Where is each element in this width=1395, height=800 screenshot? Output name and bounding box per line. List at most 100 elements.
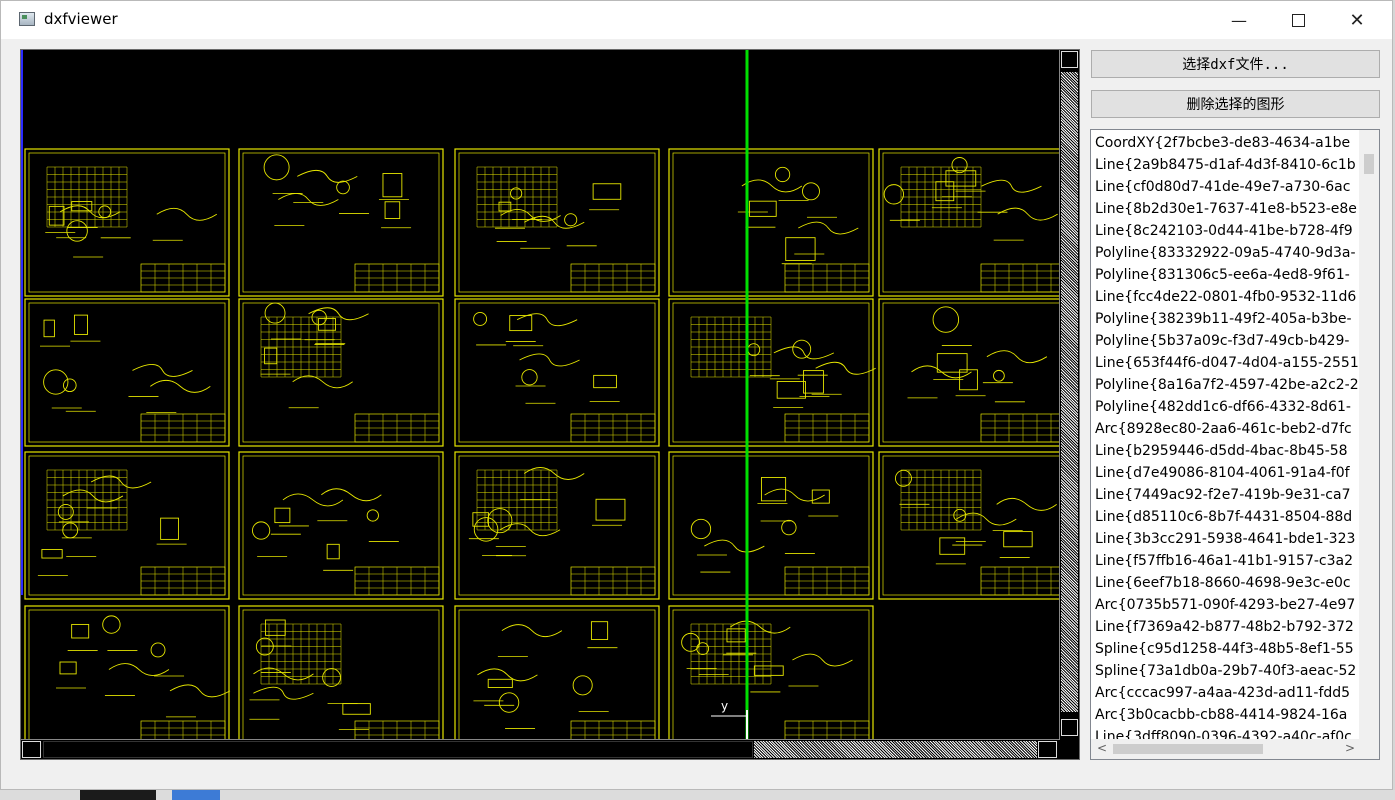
scroll-right-button[interactable] <box>1038 741 1057 758</box>
detail-rect <box>41 549 63 559</box>
dxf-canvas[interactable]: y <box>20 49 1080 760</box>
entity-list-item[interactable]: Polyline{831306c5-ee6a-4ed8-9f61- <box>1095 264 1359 286</box>
entity-list-item[interactable]: CoordXY{2f7bcbe3-de83-4634-a1be <box>1095 132 1359 154</box>
entity-list-item[interactable]: Line{8c242103-0d44-41be-b728-4f9 <box>1095 220 1359 242</box>
detail-rect <box>592 183 622 200</box>
maximize-button[interactable] <box>1269 1 1327 39</box>
list-hscroll-thumb[interactable] <box>1113 744 1263 754</box>
detail-rect <box>274 507 291 524</box>
entity-list-item[interactable]: Line{f57ffb16-46a1-41b1-9157-c3a2 <box>1095 550 1359 572</box>
detail-curve <box>169 684 231 698</box>
detail-circle <box>336 180 350 195</box>
detail-curve <box>798 221 859 235</box>
entity-list-item[interactable]: Arc{3b0cacbb-cb88-4414-9824-16a <box>1095 704 1359 726</box>
entity-list[interactable]: CoordXY{2f7bcbe3-de83-4634-a1be Line{2a9b… <box>1090 129 1380 760</box>
detail-circle <box>62 378 77 393</box>
detail-circle <box>564 213 578 227</box>
entity-list-item[interactable]: Line{b2959446-d5dd-4bac-8b45-58 <box>1095 440 1359 462</box>
drawing-sheet <box>24 298 230 447</box>
entity-list-item[interactable]: Line{6eef7b18-8660-4698-9e3c-e0c <box>1095 572 1359 594</box>
entity-list-item[interactable]: Line{cf0d80d7-41de-49e7-a730-6ac <box>1095 176 1359 198</box>
chevron-left-icon[interactable]: < <box>1097 741 1107 755</box>
detail-curve <box>996 497 1057 511</box>
background-item <box>80 790 156 800</box>
detail-circle <box>62 522 79 539</box>
entity-list-item[interactable]: Line{653f44f6-d047-4d04-a155-2551 <box>1095 352 1359 374</box>
list-vertical-scrollbar[interactable] <box>1359 130 1379 741</box>
entity-list-item[interactable]: Arc{cccac997-a4aa-423d-ad11-fdd5 <box>1095 682 1359 704</box>
entity-list-item[interactable]: Line{d7e49086-8104-4061-91a4-f0f <box>1095 462 1359 484</box>
drawing-sheet <box>238 451 444 600</box>
entity-list-item[interactable]: Line{d85110c6-8b7f-4431-8504-88d <box>1095 506 1359 528</box>
detail-curve <box>108 663 170 676</box>
detail-rect <box>935 181 955 202</box>
detail-rect <box>265 619 286 636</box>
canvas-hscroll-thumb[interactable] <box>43 741 753 758</box>
detail-circle <box>498 692 520 713</box>
canvas-hscroll-track[interactable] <box>754 741 1037 758</box>
minimize-button[interactable]: — <box>1210 1 1268 39</box>
detail-rect <box>785 237 816 261</box>
detail-curve <box>792 653 853 667</box>
detail-rect <box>487 678 513 688</box>
detail-rect <box>342 703 371 715</box>
detail-curve <box>297 169 358 183</box>
detail-circle <box>473 517 499 542</box>
detail-rect <box>48 205 65 226</box>
detail-rect <box>264 347 278 365</box>
list-vscroll-thumb[interactable] <box>1364 154 1374 174</box>
entity-list-item[interactable]: Polyline{83332922-09a5-4740-9d3a- <box>1095 242 1359 264</box>
close-button[interactable]: ✕ <box>1328 1 1386 39</box>
canvas-vscroll-thumb[interactable] <box>1061 72 1078 712</box>
entity-list-item[interactable]: Line{3b3cc291-5938-4641-bde1-323 <box>1095 528 1359 550</box>
detail-curve <box>278 193 339 206</box>
scroll-up-button[interactable] <box>1061 51 1078 68</box>
detail-circle <box>366 509 379 522</box>
detail-rect <box>753 665 784 676</box>
list-horizontal-scrollbar[interactable]: < > <box>1091 739 1379 759</box>
entity-list-item[interactable]: Arc{8928ec80-2aa6-461c-beb2-d7fc <box>1095 418 1359 440</box>
detail-rect <box>59 661 77 675</box>
drawing-sheet <box>24 605 230 754</box>
detail-circle <box>521 369 538 386</box>
entity-list-item[interactable]: Polyline{38239b11-49f2-405a-b3be- <box>1095 308 1359 330</box>
entity-list-item[interactable]: Arc{0735b571-090f-4293-be27-4e97 <box>1095 594 1359 616</box>
detail-rect <box>811 489 830 504</box>
select-dxf-file-button[interactable]: 选择dxf文件... <box>1091 50 1380 78</box>
detail-circle <box>747 343 761 357</box>
entity-list-item[interactable]: Line{f7369a42-b877-48b2-b792-372 <box>1095 616 1359 638</box>
entity-list-item[interactable]: Polyline{482dd1c6-df66-4332-8d61- <box>1095 396 1359 418</box>
entity-list-item[interactable]: Line{fcc4de22-0801-4fb0-9532-11d6 <box>1095 286 1359 308</box>
detail-curve <box>815 361 876 375</box>
entity-list-item[interactable]: Spline{73a1db0a-29b7-40f3-aeac-52 <box>1095 660 1359 682</box>
canvas-vertical-scrollbar[interactable] <box>1059 50 1079 740</box>
detail-rect <box>776 381 806 399</box>
detail-curve <box>132 363 193 377</box>
entity-list-item[interactable]: Spline{c95d1258-44f3-48b5-8ef1-55 <box>1095 638 1359 660</box>
entity-list-item[interactable]: Polyline{8a16a7f2-4597-42be-a2c2-2 <box>1095 374 1359 396</box>
detail-circle <box>102 615 121 634</box>
entity-list-item[interactable]: Line{7449ac92-f2e7-419b-9e31-ca7 <box>1095 484 1359 506</box>
drawing-sheet <box>668 148 874 297</box>
delete-selected-shape-button[interactable]: 删除选择的图形 <box>1091 90 1380 118</box>
detail-circle <box>264 302 286 324</box>
entity-list-item[interactable]: Line{2a9b8475-d1af-4d3f-8410-6c1b <box>1095 154 1359 176</box>
canvas-horizontal-scrollbar[interactable] <box>21 739 1059 759</box>
detail-circle <box>473 312 488 326</box>
detail-curve <box>704 539 765 553</box>
scroll-left-button[interactable] <box>22 741 41 758</box>
detail-curve <box>156 207 218 221</box>
drawing-view[interactable]: y <box>21 50 1080 760</box>
app-window: dxfviewer — ✕ y 选择dxf文件... 删除选择的图形 Coord… <box>0 0 1393 790</box>
detail-rect <box>590 621 609 640</box>
window-title: dxfviewer <box>44 10 118 28</box>
scroll-down-button[interactable] <box>1061 719 1078 736</box>
chevron-right-icon[interactable]: > <box>1345 741 1355 755</box>
detail-circle <box>774 166 791 183</box>
detail-circle <box>311 309 327 326</box>
entity-list-item[interactable]: Polyline{5b37a09c-f3d7-49cb-b429- <box>1095 330 1359 352</box>
detail-circle <box>252 521 271 540</box>
entity-list-item[interactable]: Line{8b2d30e1-7637-41e8-b523-e8e <box>1095 198 1359 220</box>
title-bar[interactable]: dxfviewer — ✕ <box>1 1 1392 39</box>
detail-circle <box>932 306 960 333</box>
